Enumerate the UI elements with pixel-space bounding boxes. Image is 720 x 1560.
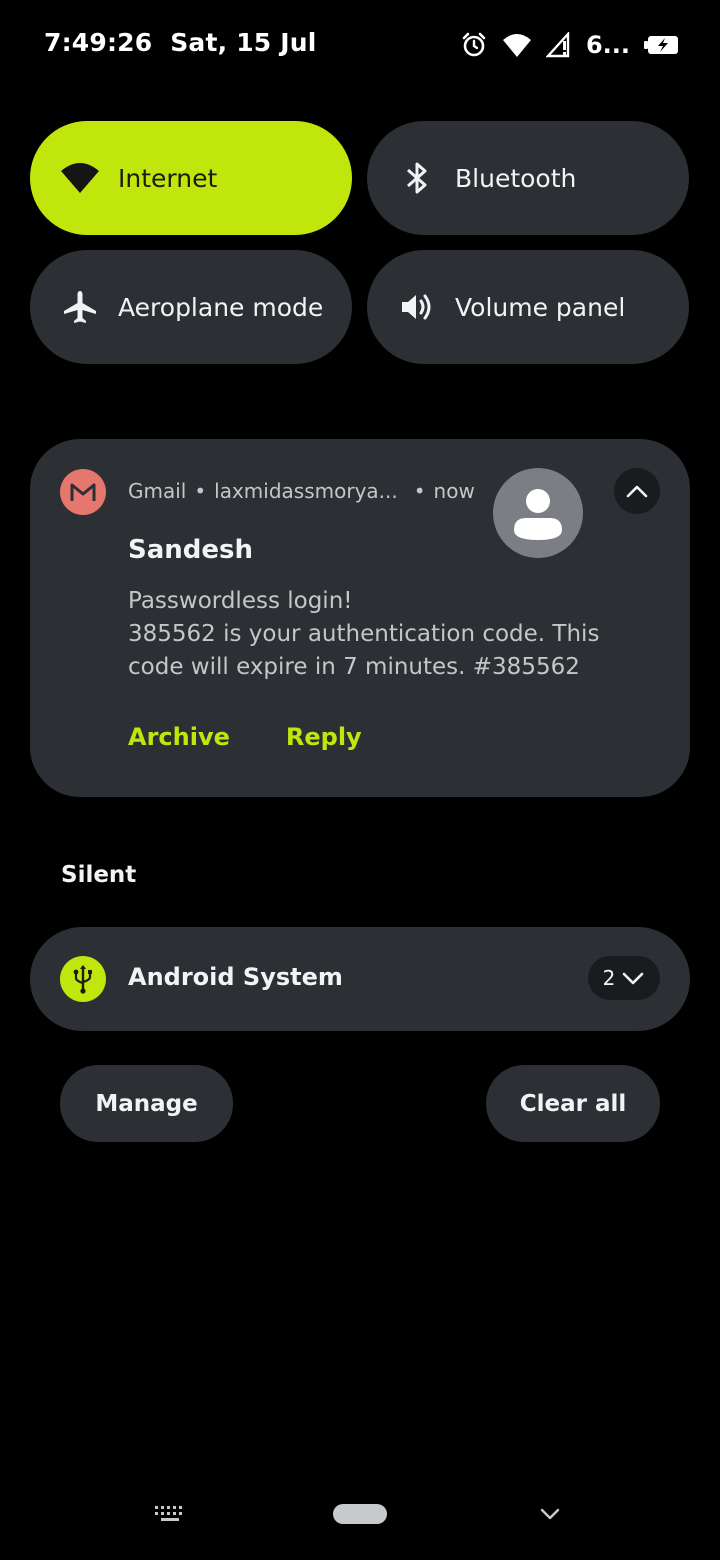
tile-aeroplane-mode[interactable]: Aeroplane mode [30, 250, 352, 364]
app-name: Gmail [128, 479, 187, 503]
tile-label: Internet [118, 163, 218, 193]
clock: 7:49:26 [44, 28, 153, 57]
tile-bluetooth[interactable]: Bluetooth [367, 121, 689, 235]
collapse-button[interactable] [614, 468, 660, 514]
battery-charging-icon [644, 35, 680, 55]
gmail-notification[interactable]: Gmail • laxmidassmorya... • now Sandesh … [30, 439, 690, 797]
manage-button[interactable]: Manage [60, 1065, 233, 1142]
tile-internet[interactable]: Internet [30, 121, 352, 235]
notification-count: 2 [602, 966, 616, 990]
usb-icon [60, 956, 106, 1002]
home-pill[interactable] [333, 1504, 387, 1524]
clear-all-button[interactable]: Clear all [486, 1065, 660, 1142]
avatar [493, 468, 583, 558]
airplane-icon [60, 287, 100, 327]
separator: • [413, 479, 426, 503]
alarm-icon [460, 31, 488, 59]
notification-time: now [433, 479, 475, 503]
notification-header: Gmail • laxmidassmorya... • now [128, 479, 475, 503]
signal-icon [545, 32, 572, 58]
android-system-title: Android System [128, 963, 343, 991]
notification-title: Sandesh [128, 535, 254, 565]
separator: • [194, 479, 207, 503]
bluetooth-icon [397, 158, 437, 198]
keyboard-icon[interactable] [155, 1506, 185, 1526]
date: Sat, 15 Jul [170, 28, 317, 57]
tile-volume-panel[interactable]: Volume panel [367, 250, 689, 364]
chevron-down-icon [623, 972, 644, 985]
status-bar: 7:49:26 Sat, 15 Jul 6... [0, 0, 720, 90]
wifi-icon [502, 32, 532, 58]
status-icons: 6... [460, 28, 680, 62]
tile-label: Bluetooth [455, 163, 577, 193]
wifi-icon [60, 158, 100, 198]
battery-percent: 6... [585, 31, 630, 59]
chevron-down-icon[interactable] [539, 1506, 561, 1525]
volume-icon [397, 287, 437, 327]
body-line: code will expire in 7 minutes. #385562 [128, 654, 580, 680]
notification-actions: Archive Reply [128, 723, 362, 751]
chevron-up-icon [626, 485, 648, 498]
reply-button[interactable]: Reply [286, 723, 362, 751]
expand-count-button[interactable]: 2 [588, 956, 660, 1000]
silent-section-header: Silent [61, 862, 137, 888]
android-system-notification[interactable]: Android System 2 [30, 927, 690, 1031]
navigation-bar [0, 1480, 720, 1560]
tile-label: Aeroplane mode [118, 292, 324, 322]
archive-button[interactable]: Archive [128, 723, 230, 751]
gmail-icon [60, 469, 106, 515]
status-time-date: 7:49:26 Sat, 15 Jul [44, 28, 317, 57]
body-line: Passwordless login! [128, 588, 353, 614]
notification-body: Passwordless login! 385562 is your authe… [128, 585, 648, 684]
tile-label: Volume panel [455, 292, 626, 322]
body-line: 385562 is your authentication code. This [128, 621, 600, 647]
account-name: laxmidassmorya... [214, 479, 398, 503]
